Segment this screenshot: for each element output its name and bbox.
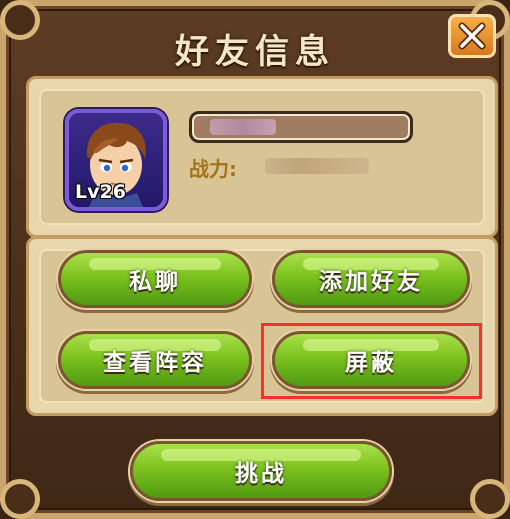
- view-lineup-label: 查看阵容: [103, 350, 207, 376]
- avatar[interactable]: Lv26: [65, 109, 167, 211]
- view-lineup-button[interactable]: 查看阵容: [58, 331, 252, 389]
- dialog-title: 好友信息: [175, 32, 335, 72]
- player-name-box: [189, 111, 413, 143]
- corner-ornament: [470, 479, 510, 519]
- blurred-player-name: [210, 119, 276, 135]
- level-label: Lv26: [75, 181, 126, 203]
- challenge-label: 挑战: [235, 461, 287, 487]
- add-friend-button[interactable]: 添加好友: [272, 250, 470, 308]
- friend-info-dialog: 好友信息 Lv26 战力: 私聊 添加好友 查看阵容 屏蔽 挑战: [0, 0, 510, 519]
- challenge-button[interactable]: 挑战: [130, 441, 392, 501]
- private-chat-button[interactable]: 私聊: [58, 250, 252, 308]
- close-x-icon: [458, 22, 486, 50]
- add-friend-label: 添加好友: [319, 269, 423, 295]
- highlight-box: [261, 323, 482, 399]
- close-button[interactable]: [448, 14, 496, 58]
- corner-ornament: [0, 479, 40, 519]
- power-label: 战力:: [189, 157, 237, 181]
- profile-panel: Lv26 战力:: [26, 76, 498, 238]
- blurred-power-value: [265, 158, 369, 174]
- private-chat-label: 私聊: [129, 269, 181, 295]
